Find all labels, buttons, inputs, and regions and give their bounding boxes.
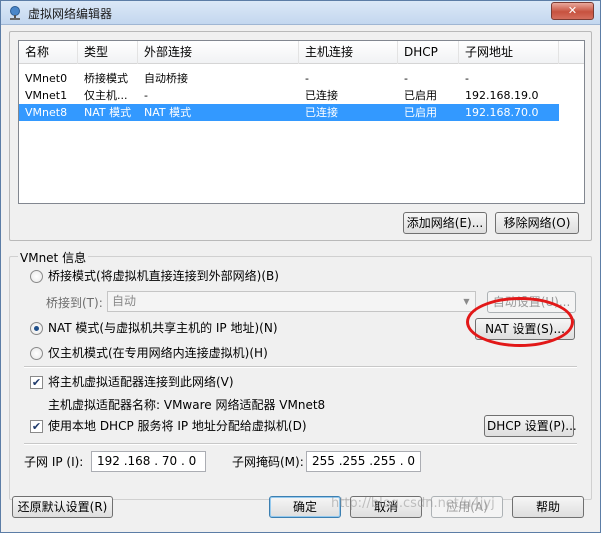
watermark-text: http://blog.csdn.net/u4jyj bbox=[331, 496, 495, 511]
subnet-ip-label: 子网 IP (I): bbox=[24, 455, 84, 469]
vmnet-info-group: VMnet 信息 桥接模式(将虚拟机直接连接到外部网络)(B) 桥接到(T): … bbox=[9, 249, 592, 500]
network-list-header: 名称 类型 外部连接 主机连接 DHCP 子网地址 bbox=[19, 41, 584, 64]
restore-defaults-button[interactable]: 还原默认设置(R) bbox=[12, 496, 113, 518]
help-button[interactable]: 帮助 bbox=[512, 496, 584, 518]
network-row-vmnet0[interactable]: VMnet0 桥接模式 自动桥接 - - - bbox=[19, 70, 559, 87]
cell-type: 仅主机... bbox=[84, 89, 128, 102]
highlight-ring-annotation bbox=[466, 297, 574, 347]
subnet-mask-label: 子网掩码(M): bbox=[232, 455, 304, 469]
connect-adapter-label[interactable]: 将主机虚拟适配器连接到此网络(V) bbox=[48, 375, 234, 389]
nat-mode-label[interactable]: NAT 模式(与虚拟机共享主机的 IP 地址)(N) bbox=[48, 321, 278, 335]
column-header-type[interactable]: 类型 bbox=[78, 41, 138, 64]
title-bar[interactable]: 虚拟网络编辑器 ✕ bbox=[1, 1, 600, 25]
cell-subnet: 192.168.19.0 bbox=[465, 89, 539, 102]
dhcp-settings-button[interactable]: DHCP 设置(P)... bbox=[484, 415, 577, 437]
column-header-external[interactable]: 外部连接 bbox=[138, 41, 299, 64]
network-list-group: 名称 类型 外部连接 主机连接 DHCP 子网地址 VMnet0 桥接模式 自动… bbox=[9, 31, 592, 241]
chevron-down-icon: ▼ bbox=[463, 297, 470, 306]
network-icon bbox=[10, 6, 20, 20]
column-header-host[interactable]: 主机连接 bbox=[299, 41, 398, 64]
network-row-vmnet8[interactable]: VMnet8 NAT 模式 NAT 模式 已连接 已启用 192.168.70.… bbox=[19, 104, 559, 121]
subnet-mask-input[interactable]: 255 .255 .255 . 0 bbox=[306, 451, 421, 472]
cell-dhcp: 已启用 bbox=[404, 89, 437, 102]
cell-subnet: 192.168.70.0 bbox=[465, 106, 539, 119]
add-network-button[interactable]: 添加网络(E)... bbox=[403, 212, 487, 234]
remove-network-button[interactable]: 移除网络(O) bbox=[495, 212, 579, 234]
connect-adapter-checkbox[interactable]: ✔ bbox=[30, 376, 43, 389]
cell-name: VMnet0 bbox=[25, 72, 68, 85]
network-list[interactable]: 名称 类型 外部连接 主机连接 DHCP 子网地址 VMnet0 桥接模式 自动… bbox=[18, 40, 585, 204]
cell-external: - bbox=[144, 89, 148, 102]
subnet-ip-input[interactable]: 192 .168 . 70 . 0 bbox=[91, 451, 206, 472]
close-button[interactable]: ✕ bbox=[551, 2, 594, 20]
cell-dhcp: 已启用 bbox=[404, 106, 437, 119]
bridge-to-dropdown[interactable]: 自动 ▼ bbox=[107, 291, 476, 312]
adapter-name-text: 主机虚拟适配器名称: VMware 网络适配器 VMnet8 bbox=[48, 398, 326, 412]
cell-external: NAT 模式 bbox=[144, 106, 192, 119]
nat-mode-radio[interactable] bbox=[30, 322, 43, 335]
cell-external: 自动桥接 bbox=[144, 72, 188, 85]
cell-name: VMnet8 bbox=[25, 106, 68, 119]
column-header-subnet[interactable]: 子网地址 bbox=[459, 41, 559, 64]
use-dhcp-checkbox[interactable]: ✔ bbox=[30, 420, 43, 433]
network-row-vmnet1[interactable]: VMnet1 仅主机... - 已连接 已启用 192.168.19.0 bbox=[19, 87, 559, 104]
window-title: 虚拟网络编辑器 bbox=[28, 7, 113, 21]
dialog-client-area: 名称 类型 外部连接 主机连接 DHCP 子网地址 VMnet0 桥接模式 自动… bbox=[7, 27, 595, 527]
host-only-mode-label[interactable]: 仅主机模式(在专用网络内连接虚拟机)(H) bbox=[48, 346, 268, 360]
cell-type: 桥接模式 bbox=[84, 72, 128, 85]
bridge-mode-radio[interactable] bbox=[30, 270, 43, 283]
use-dhcp-label[interactable]: 使用本地 DHCP 服务将 IP 地址分配给虚拟机(D) bbox=[48, 419, 307, 433]
cell-dhcp: - bbox=[404, 72, 408, 85]
host-only-mode-radio[interactable] bbox=[30, 347, 43, 360]
separator bbox=[24, 366, 577, 368]
bridge-to-label: 桥接到(T): bbox=[46, 296, 103, 310]
bridge-to-value: 自动 bbox=[112, 294, 137, 308]
separator bbox=[24, 443, 577, 445]
cell-host: 已连接 bbox=[305, 106, 338, 119]
vmnet-info-legend: VMnet 信息 bbox=[18, 249, 89, 266]
cell-subnet: - bbox=[465, 72, 469, 85]
virtual-network-editor-window: 虚拟网络编辑器 ✕ 名称 类型 外部连接 主机连接 DHCP 子网地址 VMne… bbox=[0, 0, 601, 533]
cell-host: - bbox=[305, 72, 309, 85]
bridge-mode-label[interactable]: 桥接模式(将虚拟机直接连接到外部网络)(B) bbox=[48, 269, 279, 283]
cell-host: 已连接 bbox=[305, 89, 338, 102]
cell-name: VMnet1 bbox=[25, 89, 68, 102]
column-header-dhcp[interactable]: DHCP bbox=[398, 41, 459, 64]
cell-type: NAT 模式 bbox=[84, 106, 132, 119]
column-header-name[interactable]: 名称 bbox=[19, 41, 78, 64]
